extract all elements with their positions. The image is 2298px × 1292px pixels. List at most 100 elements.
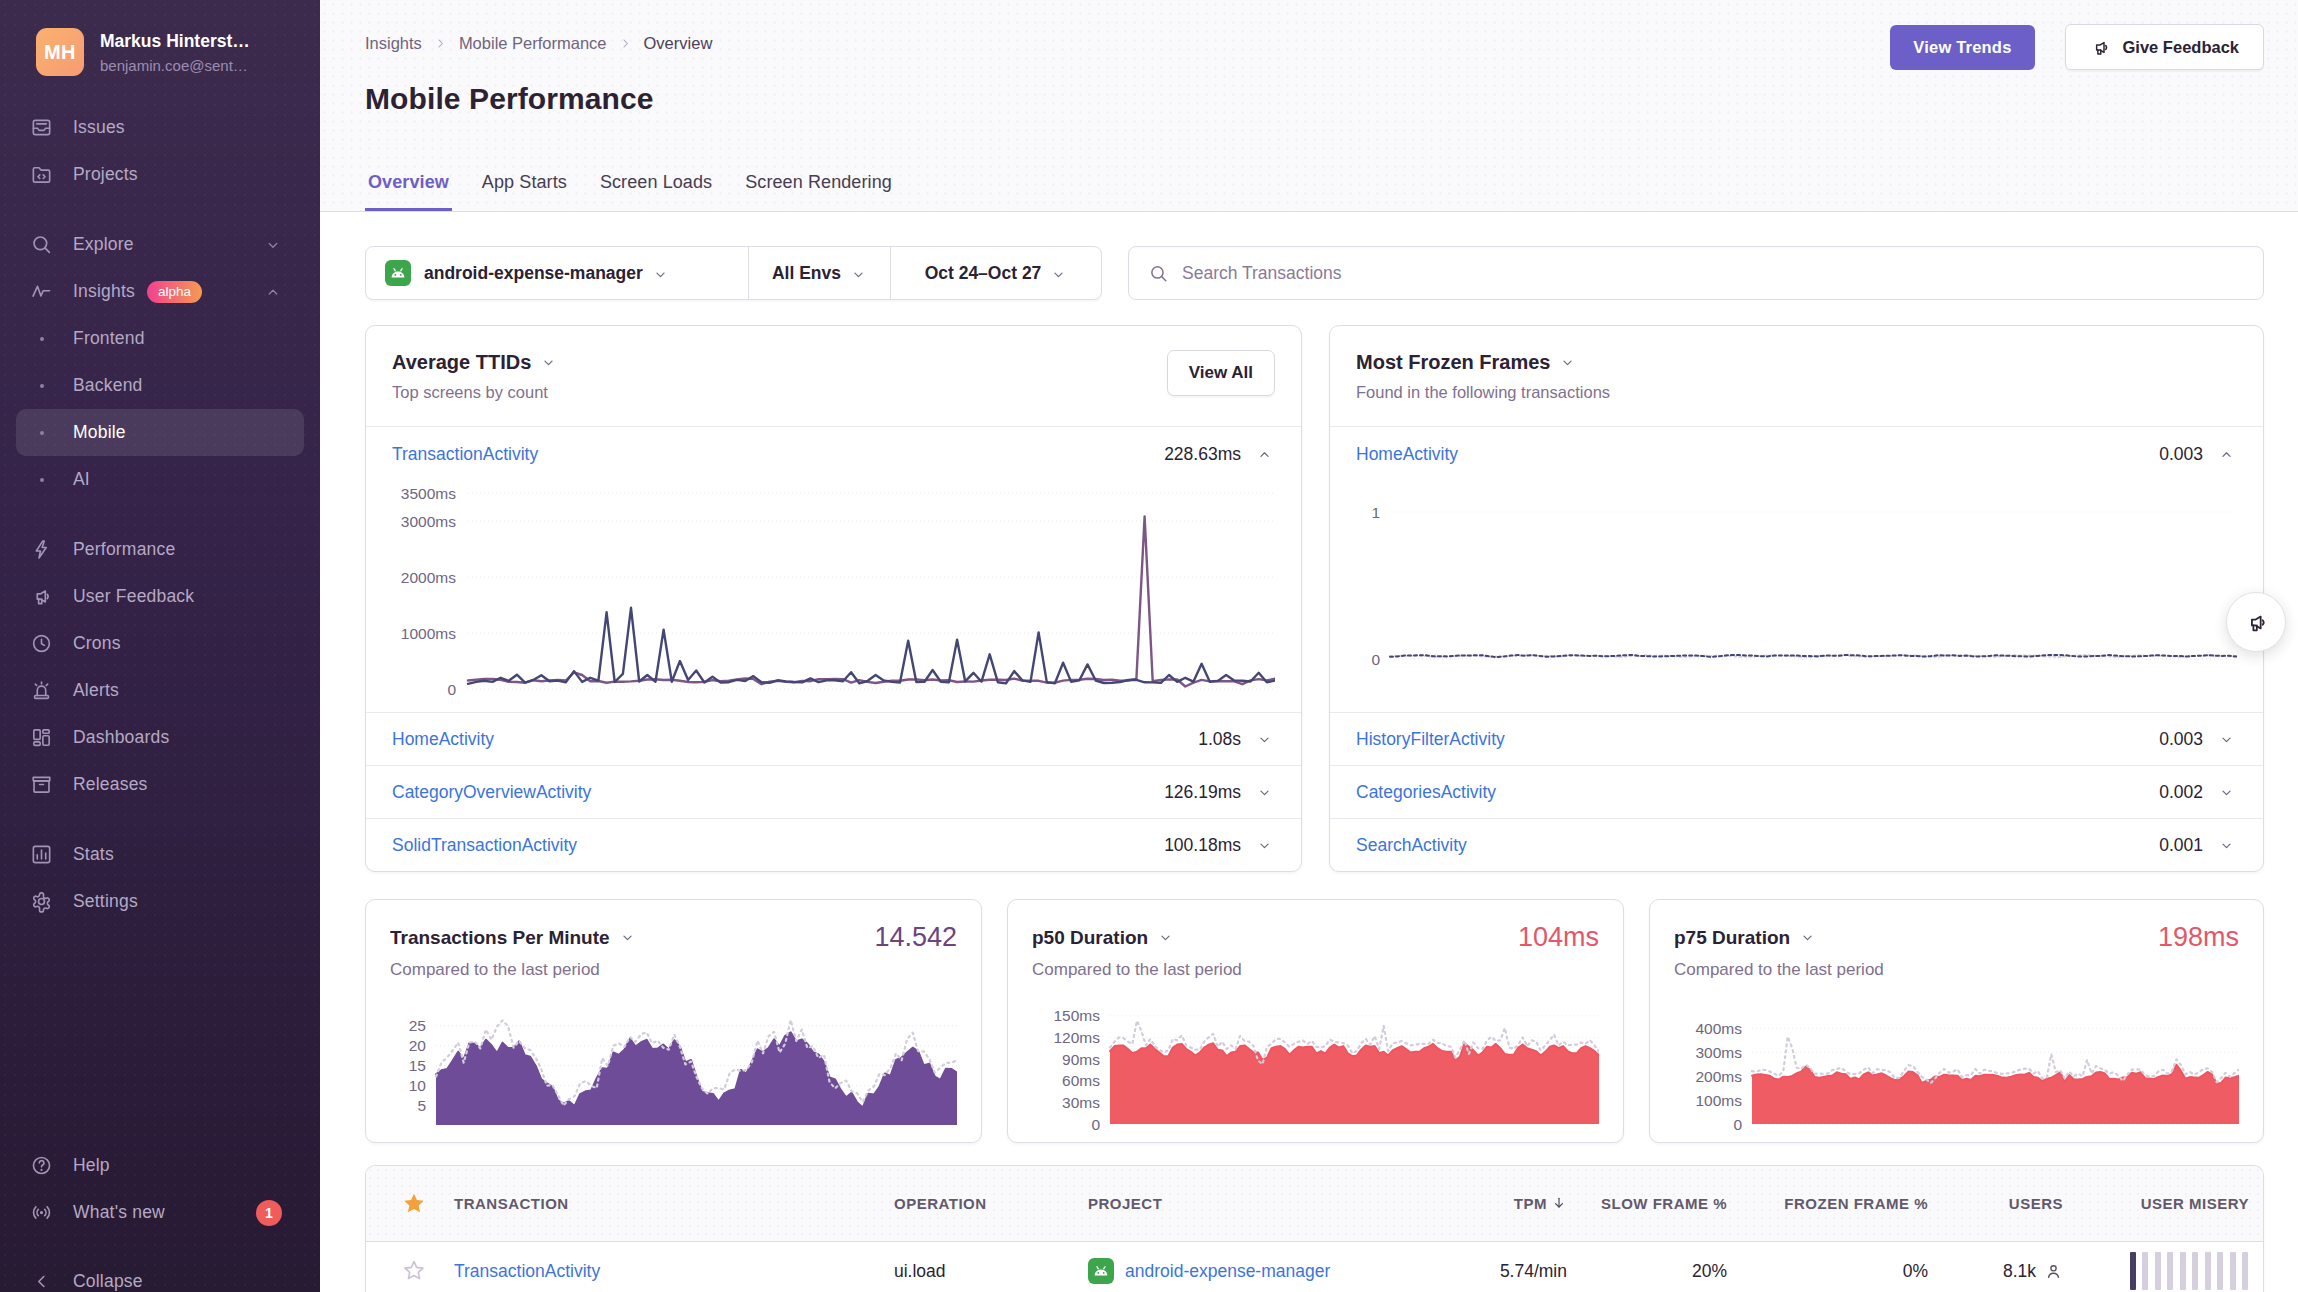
sidebar-item-insights[interactable]: Insightsalpha (16, 268, 304, 315)
accordion-row-header[interactable]: HistoryFilterActivity 0.003 (1330, 713, 2263, 765)
sidebar-item-mobile[interactable]: Mobile (16, 409, 304, 456)
chevron-down-icon[interactable] (1256, 731, 1273, 748)
transaction-link[interactable]: SolidTransactionActivity (392, 835, 577, 856)
sidebar-item-backend[interactable]: Backend (16, 362, 304, 409)
sidebar-item-performance[interactable]: Performance (16, 526, 304, 573)
chevron-down-icon[interactable] (2218, 784, 2235, 801)
chevron-down-icon[interactable] (540, 354, 557, 371)
accordion-row-header[interactable]: CategoriesActivity 0.002 (1330, 766, 2263, 818)
transaction-link[interactable]: SearchActivity (1356, 835, 1467, 856)
col-transaction[interactable]: TRANSACTION (441, 1195, 881, 1212)
sidebar-item-projects[interactable]: Projects (16, 151, 304, 198)
project-filter[interactable]: android-expense-manager (366, 247, 748, 299)
col-operation[interactable]: OPERATION (881, 1195, 1075, 1212)
sidebar-item-explore[interactable]: Explore (16, 221, 304, 268)
sidebar-item-crons[interactable]: Crons (16, 620, 304, 667)
transaction-link[interactable]: TransactionActivity (392, 444, 538, 465)
panel-title: Most Frozen Frames (1356, 351, 1550, 374)
sidebar-item-whats-new[interactable]: What's new1 (16, 1189, 304, 1236)
ttid-row-expanded: TransactionActivity 228.63ms 01000ms2000… (366, 426, 1301, 712)
user-menu[interactable]: MH Markus Hinterst… benjamin.coe@sent… (0, 0, 320, 76)
chevron-down-icon[interactable] (2218, 731, 2235, 748)
sidebar-item-releases[interactable]: Releases (16, 761, 304, 808)
chevron-down-icon[interactable] (1799, 929, 1816, 946)
col-tpm[interactable]: TPM (1431, 1195, 1581, 1212)
card-subtitle: Compared to the last period (390, 960, 957, 980)
panel-most-frozen-frames: Most Frozen Frames Found in the followin… (1329, 325, 2264, 872)
sidebar-item-stats[interactable]: Stats (16, 831, 304, 878)
sidebar-item-ai[interactable]: AI (16, 456, 304, 503)
chevron-down-icon[interactable] (619, 929, 636, 946)
sidebar-item-frontend[interactable]: Frontend (16, 315, 304, 362)
accordion-row-header[interactable]: CategoryOverviewActivity 126.19ms (366, 766, 1301, 818)
card-title: p50 Duration (1032, 927, 1148, 949)
svg-text:2000ms: 2000ms (401, 569, 456, 586)
content: android-expense-manager All Envs Oct 24–… (320, 246, 2298, 1292)
svg-text:300ms: 300ms (1695, 1044, 1742, 1061)
accordion-row-header[interactable]: HomeActivity 0.003 (1330, 427, 2263, 482)
chevron-up-icon[interactable] (2218, 446, 2235, 463)
chevron-down-icon[interactable] (1256, 837, 1273, 854)
breadcrumb-mobile-performance[interactable]: Mobile Performance (459, 34, 607, 53)
transaction-link[interactable]: HistoryFilterActivity (1356, 729, 1505, 750)
sidebar-item-alerts[interactable]: Alerts (16, 667, 304, 714)
chevron-up-icon[interactable] (1256, 446, 1273, 463)
view-trends-button[interactable]: View Trends (1890, 25, 2034, 70)
bullet-icon (30, 478, 54, 482)
feedback-fab[interactable] (2226, 592, 2286, 652)
sidebar-item-collapse[interactable]: Collapse (16, 1258, 304, 1292)
card-p75: p75 Duration 198ms Compared to the last … (1649, 899, 2264, 1143)
transaction-link[interactable]: CategoriesActivity (1356, 782, 1496, 803)
tab-screen-rendering[interactable]: Screen Rendering (742, 172, 895, 211)
chevron-down-icon[interactable] (1157, 929, 1174, 946)
sidebar-item-help[interactable]: Help (16, 1142, 304, 1189)
panel-average-ttids: Average TTIDs Top screens by count View … (365, 325, 1302, 872)
breadcrumb-insights[interactable]: Insights (365, 34, 422, 53)
card-tpm: Transactions Per Minute 14.542 Compared … (365, 899, 982, 1143)
chevron-down-icon (264, 236, 282, 254)
transaction-link[interactable]: HomeActivity (1356, 444, 1458, 465)
transaction-link[interactable]: CategoryOverviewActivity (392, 782, 591, 803)
bullet-icon (30, 431, 54, 435)
tab-app-starts[interactable]: App Starts (479, 172, 570, 211)
cell-tpm: 5.74/min (1431, 1261, 1581, 1282)
chevron-down-icon[interactable] (2218, 837, 2235, 854)
transaction-link[interactable]: HomeActivity (392, 729, 494, 750)
sidebar-item-settings[interactable]: Settings (16, 878, 304, 925)
search-box (1128, 246, 2264, 300)
sort-descending-icon (1547, 1195, 1567, 1212)
svg-text:15: 15 (409, 1057, 426, 1074)
accordion-row-header[interactable]: HomeActivity 1.08s (366, 713, 1301, 765)
date-range-filter[interactable]: Oct 24–Oct 27 (890, 247, 1101, 299)
sidebar-item-issues[interactable]: Issues (16, 104, 304, 151)
star-toggle[interactable] (366, 1259, 441, 1283)
accordion-row-header[interactable]: SolidTransactionActivity 100.18ms (366, 819, 1301, 871)
col-users[interactable]: USERS (1942, 1195, 2077, 1212)
search-input[interactable] (1182, 263, 2244, 284)
tab-overview[interactable]: Overview (365, 172, 452, 211)
row-value: 228.63ms (1164, 444, 1241, 465)
environment-filter[interactable]: All Envs (748, 247, 890, 299)
panel-subtitle: Found in the following transactions (1356, 383, 2237, 402)
tab-screen-loads[interactable]: Screen Loads (597, 172, 715, 211)
chevron-down-icon[interactable] (1559, 354, 1576, 371)
frozen-row: HistoryFilterActivity 0.003 (1330, 712, 2263, 765)
svg-text:0: 0 (1733, 1116, 1742, 1133)
col-project[interactable]: PROJECT (1075, 1195, 1431, 1212)
sidebar-item-user-feedback[interactable]: User Feedback (16, 573, 304, 620)
col-user-misery[interactable]: USER MISERY (2077, 1195, 2263, 1212)
view-all-button[interactable]: View All (1167, 350, 1275, 396)
settings-icon (30, 890, 54, 913)
ttid-row: HomeActivity 1.08s (366, 712, 1301, 765)
star-column-header[interactable] (366, 1191, 441, 1217)
row-value: 0.003 (2159, 729, 2203, 750)
col-slow-frame[interactable]: SLOW FRAME % (1581, 1195, 1741, 1212)
give-feedback-button[interactable]: Give Feedback (2065, 24, 2264, 70)
user-email: benjamin.coe@sent… (100, 57, 250, 74)
accordion-row-header[interactable]: TransactionActivity 228.63ms (366, 427, 1301, 482)
accordion-row-header[interactable]: SearchActivity 0.001 (1330, 819, 2263, 871)
insights-icon (30, 280, 54, 303)
chevron-down-icon[interactable] (1256, 784, 1273, 801)
sidebar-item-dashboards[interactable]: Dashboards (16, 714, 304, 761)
col-frozen-frame[interactable]: FROZEN FRAME % (1741, 1195, 1942, 1212)
